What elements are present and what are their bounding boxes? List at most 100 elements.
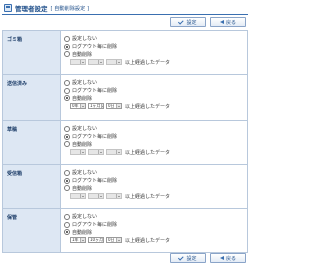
radio-option-no-setting[interactable]: 設定しない xyxy=(64,125,244,133)
radio-button[interactable] xyxy=(64,125,70,132)
retention-period: 0年 1ヶ月 0日 以上経過したデータ xyxy=(64,102,244,110)
folder-row: 送信済み 設定しない ログアウト毎に削除 自動削除 0年 1ヶ月 0日 以上経過したデータ xyxy=(3,75,247,121)
folder-label: 保管 xyxy=(3,209,61,252)
year-select[interactable] xyxy=(70,149,86,156)
folder-row: 保管 設定しない ログアウト毎に削除 自動削除 1年 10ヶ月 0日 以上経過したデータ xyxy=(3,209,247,252)
radio-button[interactable] xyxy=(64,95,70,102)
admin-settings-icon xyxy=(4,4,12,12)
day-select[interactable]: 0日 xyxy=(106,237,122,244)
radio-label: 自動削除 xyxy=(72,95,93,102)
radio-option-no-setting[interactable]: 設定しない xyxy=(64,213,244,221)
month-select[interactable]: 1ヶ月 xyxy=(88,103,104,110)
back-button-label: 戻る xyxy=(225,19,236,26)
month-select[interactable] xyxy=(88,59,104,66)
folder-options: 設定しない ログアウト毎に削除 自動削除 以上経過したデータ xyxy=(61,165,247,208)
radio-button[interactable] xyxy=(64,51,70,58)
radio-button[interactable] xyxy=(64,185,70,192)
year-select[interactable] xyxy=(70,59,86,66)
radio-button[interactable] xyxy=(64,43,70,50)
year-select[interactable]: 1年 xyxy=(70,237,86,244)
chevron-down-icon xyxy=(116,104,121,109)
save-button[interactable]: 設定 xyxy=(170,17,206,27)
folder-row: 受信箱 設定しない ログアウト毎に削除 自動削除 以上経過したデータ xyxy=(3,165,247,209)
back-arrow-icon xyxy=(219,256,224,260)
folder-row: ゴミ箱 設定しない ログアウト毎に削除 自動削除以上経過したデータ xyxy=(3,31,247,75)
chevron-down-icon xyxy=(80,238,85,243)
radio-button[interactable] xyxy=(64,87,70,94)
radio-button[interactable] xyxy=(64,79,70,86)
day-select[interactable] xyxy=(106,193,122,200)
radio-label: ログアウト毎に削除 xyxy=(72,88,118,95)
save-button-label: 設定 xyxy=(186,255,197,262)
radio-label: 自動削除 xyxy=(72,185,93,192)
radio-button[interactable] xyxy=(64,213,70,220)
chevron-down-icon xyxy=(116,238,121,243)
folder-row: 草稿 設定しない ログアウト毎に削除 自動削除 以上経過したデータ xyxy=(3,121,247,165)
folder-label: 送信済み xyxy=(3,75,61,120)
page-header: 管理者設定 [ 自動削除設定 ] xyxy=(2,2,248,14)
radio-option-auto-delete[interactable]: 自動削除 xyxy=(64,50,244,58)
folder-label: ゴミ箱 xyxy=(3,31,61,74)
year-select-value: 1年 xyxy=(72,237,79,243)
retention-period: 以上経過したデータ xyxy=(64,148,244,156)
chevron-down-icon xyxy=(98,150,103,155)
month-select[interactable]: 10ヶ月 xyxy=(88,237,104,244)
radio-button[interactable] xyxy=(64,221,70,228)
back-button-bottom[interactable]: 戻る xyxy=(210,253,246,263)
year-select[interactable] xyxy=(70,193,86,200)
radio-button[interactable] xyxy=(64,229,70,236)
radio-option-on-logout[interactable]: ログアウト毎に削除 xyxy=(64,133,244,141)
month-select-value: 1ヶ月 xyxy=(90,103,101,109)
radio-option-auto-delete[interactable]: 自動削除 xyxy=(64,228,244,236)
retention-suffix: 以上経過したデータ xyxy=(125,103,171,110)
radio-label: 設定しない xyxy=(72,126,98,133)
chevron-down-icon xyxy=(80,104,85,109)
year-select[interactable]: 0年 xyxy=(70,103,86,110)
save-button-bottom[interactable]: 設定 xyxy=(170,253,206,263)
radio-option-on-logout[interactable]: ログアウト毎に削除 xyxy=(64,87,244,95)
radio-label: 自動削除 xyxy=(72,141,93,148)
folder-options: 設定しない ログアウト毎に削除 自動削除以上経過したデータ xyxy=(61,121,247,164)
chevron-down-icon xyxy=(100,104,103,109)
folder-label: 受信箱 xyxy=(3,165,61,208)
radio-label: 自動削除 xyxy=(72,51,93,58)
save-button-label: 設定 xyxy=(186,19,197,26)
day-select[interactable] xyxy=(106,59,122,66)
retention-suffix: 以上経過したデータ xyxy=(125,237,171,244)
day-select[interactable] xyxy=(106,149,122,156)
chevron-down-icon xyxy=(116,194,121,199)
radio-label: ログアウト毎に削除 xyxy=(72,134,118,141)
radio-option-on-logout[interactable]: ログアウト毎に削除 xyxy=(64,221,244,229)
radio-button[interactable] xyxy=(64,35,70,42)
auto-delete-settings-table: ゴミ箱 設定しない ログアウト毎に削除 自動削除 以上経過したデータ 送信済み 設定しないロ… xyxy=(2,30,248,253)
retention-suffix: 以上経過したデータ xyxy=(125,149,171,156)
radio-option-auto-delete[interactable]: 自動削除 xyxy=(64,140,244,148)
radio-option-no-setting[interactable]: 設定しない xyxy=(64,79,244,87)
folder-options: 設定しない ログアウト毎に削除 自動削除 0年 1ヶ月 0日 以上経過したデータ xyxy=(61,75,247,120)
radio-option-no-setting[interactable]: 設定しない xyxy=(64,35,244,43)
chevron-down-icon xyxy=(103,238,104,242)
radio-button[interactable] xyxy=(64,169,70,176)
radio-option-on-logout[interactable]: ログアウト毎に削除 xyxy=(64,43,244,51)
radio-button[interactable] xyxy=(64,141,70,148)
chevron-down-icon xyxy=(80,194,85,199)
radio-option-auto-delete[interactable]: 自動削除 xyxy=(64,184,244,192)
month-select[interactable] xyxy=(88,149,104,156)
day-select[interactable]: 0日 xyxy=(106,103,122,110)
retention-suffix: 以上経過したデータ xyxy=(125,59,171,66)
radio-option-auto-delete[interactable]: 自動削除 xyxy=(64,94,244,102)
chevron-down-icon xyxy=(116,60,121,65)
radio-label: 設定しない xyxy=(72,170,98,177)
radio-button[interactable] xyxy=(64,177,70,184)
check-icon xyxy=(178,254,185,261)
day-select-value: 0日 xyxy=(108,237,115,243)
month-select[interactable] xyxy=(88,193,104,200)
radio-option-no-setting[interactable]: 設定しない xyxy=(64,169,244,177)
radio-label: ログアウト毎に削除 xyxy=(72,44,118,51)
radio-button[interactable] xyxy=(64,133,70,140)
radio-option-on-logout[interactable]: ログアウト毎に削除 xyxy=(64,177,244,185)
toolbar-top: 設定 戻る xyxy=(170,17,248,27)
back-button[interactable]: 戻る xyxy=(210,17,246,27)
radio-label: 設定しない xyxy=(72,80,98,87)
back-arrow-icon xyxy=(219,20,224,24)
